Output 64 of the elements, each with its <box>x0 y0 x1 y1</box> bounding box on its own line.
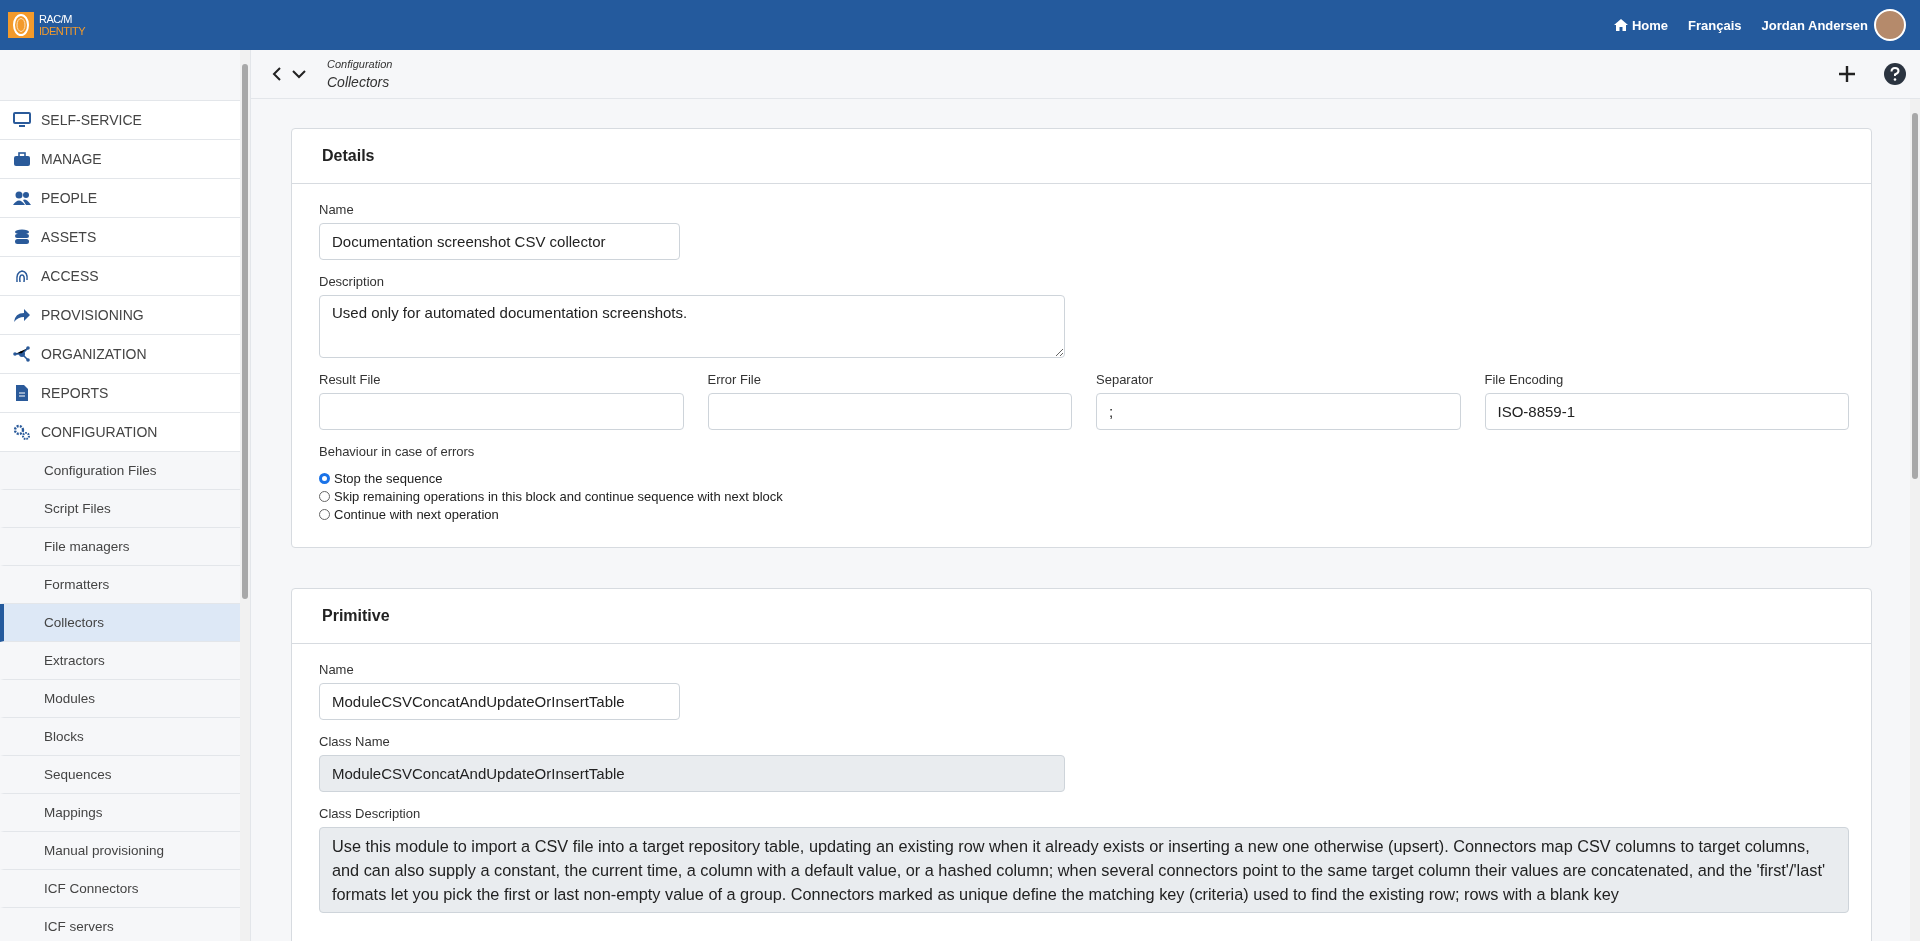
field-label: Class Description <box>319 806 421 821</box>
field-label: Behaviour in case of errors <box>319 444 475 459</box>
database-icon <box>13 229 31 245</box>
network-icon <box>13 346 31 362</box>
home-icon <box>1613 19 1628 31</box>
field-label: Error File <box>707 372 762 387</box>
document-icon <box>13 385 31 401</box>
sidebar-item[interactable]: Collectors <box>0 604 240 642</box>
user-menu[interactable]: Jordan Andersen <box>1761 17 1868 33</box>
breadcrumb-parent[interactable]: Configuration <box>327 58 393 70</box>
scrollbar[interactable] <box>240 50 250 941</box>
sidebar-item[interactable]: Extractors <box>0 642 240 680</box>
text-area[interactable]: Used only for automated documentation screenshots. <box>319 295 1065 358</box>
sidebar-item[interactable]: File managers <box>0 528 240 566</box>
input-field[interactable]: Documentation screenshot CSV collector <box>319 223 680 260</box>
nav-link[interactable]: Français <box>1688 17 1742 33</box>
sidebar-section[interactable]: REPORTS <box>0 374 240 413</box>
people-icon <box>13 190 31 206</box>
input-field[interactable] <box>319 393 684 430</box>
toolbox-icon <box>13 151 31 167</box>
input-field[interactable]: ModuleCSVConcatAndUpdateOrInsertTable <box>319 683 680 720</box>
help-icon[interactable] <box>1884 63 1906 85</box>
sidebar-item[interactable]: ICF Connectors <box>0 870 240 908</box>
sidebar-item[interactable]: Manual provisioning <box>0 832 240 870</box>
radio-button[interactable] <box>319 473 330 484</box>
sidebar-item[interactable]: Formatters <box>0 566 240 604</box>
sidebar-item[interactable]: Sequences <box>0 756 240 794</box>
plus-icon[interactable] <box>1838 65 1856 83</box>
sidebar-item[interactable]: Mappings <box>0 794 240 832</box>
back-icon[interactable] <box>271 66 283 82</box>
scrollbar[interactable] <box>1910 99 1920 941</box>
chevron-down-icon[interactable] <box>291 68 307 80</box>
input-field[interactable]: ; <box>1096 393 1461 430</box>
fingerprint-logo-icon <box>8 12 34 38</box>
input-field[interactable]: ISO-8859-1 <box>1484 393 1849 430</box>
sidebar-item[interactable]: Modules <box>0 680 240 718</box>
radio-label[interactable]: Stop the sequence <box>334 471 443 486</box>
field-label: Separator <box>1096 372 1155 387</box>
breadcrumb-current: Collectors <box>327 74 391 90</box>
nav-link[interactable]: Home <box>1613 17 1669 33</box>
field-label: Class Name <box>319 734 390 749</box>
sidebar-section[interactable]: SELF-SERVICE <box>0 101 240 140</box>
sidebar-item[interactable]: Configuration Files <box>0 452 240 490</box>
card-title: Details <box>292 129 1871 184</box>
field-label: Description <box>319 274 385 289</box>
sidebar-item[interactable]: Script Files <box>0 490 240 528</box>
share-arrow-icon <box>13 307 31 323</box>
avatar[interactable] <box>1874 9 1906 41</box>
logo-text: RAC/M <box>39 13 73 25</box>
sidebar-item[interactable]: Blocks <box>0 718 240 756</box>
field-label: Name <box>319 662 354 677</box>
sidebar-section[interactable]: ASSETS <box>0 218 240 257</box>
sidebar-item[interactable]: ICF servers <box>0 908 240 941</box>
sidebar-section[interactable]: PEOPLE <box>0 179 240 218</box>
monitor-icon <box>13 112 31 128</box>
field-label: Name <box>319 202 354 217</box>
input-field[interactable] <box>707 393 1072 430</box>
radio-label[interactable]: Skip remaining operations in this block and continue sequence with next block <box>334 489 783 504</box>
logo-text: IDENTITY <box>39 25 86 37</box>
radio-label[interactable]: Continue with next operation <box>334 507 499 522</box>
card-title: Primitive <box>292 589 1871 644</box>
field-label: File Encoding <box>1484 372 1565 387</box>
field-label: Result File <box>319 372 382 387</box>
sidebar-section[interactable]: MANAGE <box>0 140 240 179</box>
